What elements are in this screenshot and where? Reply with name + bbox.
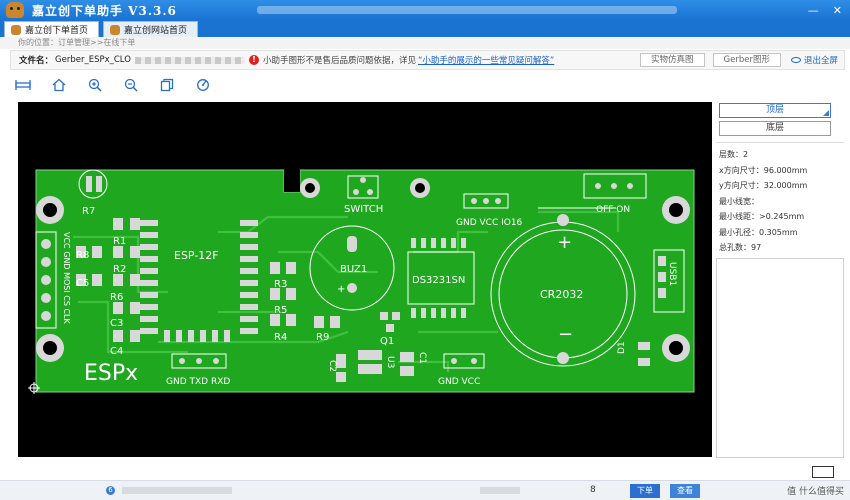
stat-layers: 层数：2 [719, 150, 749, 159]
blurred-order-info [122, 487, 232, 494]
label-r2: R2 [113, 264, 126, 275]
label-c1: C1 [417, 352, 427, 364]
copy-icon[interactable] [158, 76, 176, 94]
ruler-icon[interactable] [14, 76, 32, 94]
order-list-strip: 6 8 下单 查看 值 什么值得买 [0, 480, 850, 500]
app-title: 嘉立创下单助手 V3.3.6 [32, 3, 177, 18]
board-stats: 层数：2 x方向尺寸：96.000mm y方向尺寸：32.000mm 最小线宽：… [719, 149, 844, 258]
label-gnd-txd-rxd: GND TXD RXD [166, 377, 230, 387]
row-number: 6 [106, 486, 115, 495]
zoom-box[interactable] [812, 466, 834, 478]
eye-icon [790, 57, 801, 63]
warning-icon: ! [248, 55, 259, 65]
breadcrumb: 你的位置：订单管理>>在线下单 [0, 37, 850, 49]
tab-label: 嘉立创下单首页 [25, 26, 89, 36]
exit-fullscreen-label: 退出全屏 [803, 56, 838, 66]
label-usb1: USB1 [667, 262, 677, 286]
zoom-out-icon[interactable] [122, 76, 140, 94]
realistic-view-button[interactable]: 实物仿真图 [640, 53, 705, 67]
label-switch: SWITCH [344, 204, 383, 215]
stat-total-holes: 总孔数：97 [719, 243, 762, 252]
file-name: Gerber_ESPx_CLO [55, 55, 131, 65]
watermark-text: 值 什么值得买 [787, 487, 844, 497]
label-esp12f: ESP-12F [174, 249, 219, 262]
tab-bar: 嘉立创下单首页 嘉立创网站首页 [0, 20, 850, 37]
stat-y-size: y方向尺寸：32.000mm [719, 181, 808, 190]
label-r1: R1 [113, 236, 126, 247]
rotate-icon[interactable] [194, 76, 212, 94]
title-blurred-area [256, 6, 677, 14]
file-name-blurred [134, 56, 245, 64]
label-c2: C2 [327, 360, 337, 372]
view-button[interactable]: 查看 [670, 484, 700, 498]
blurred-order-info [480, 487, 520, 494]
label-ds3231: DS3231SN [412, 275, 465, 286]
label-off-on: OFF ON [596, 205, 630, 215]
board-cutout [284, 170, 300, 192]
label-q1: Q1 [380, 336, 394, 347]
pcb-viewer[interactable]: R7 VCC GND MOSI CS CLK R1 R8 R2 C5 R6 C3… [18, 102, 712, 457]
tab-logo-icon [110, 24, 121, 35]
tab-logo-icon [11, 24, 21, 35]
label-header: VCC GND MOSI CS CLK [62, 232, 71, 325]
label-gnd-vcc-io16: GND VCC IO16 [456, 218, 523, 228]
label-d1: D1 [617, 341, 627, 354]
order-button[interactable]: 下单 [630, 484, 660, 498]
tab-order-home[interactable]: 嘉立创下单首页 [4, 21, 100, 37]
minimize-button[interactable]: — [808, 4, 819, 17]
label-r7: R7 [82, 206, 95, 217]
label-gnd-vcc: GND VCC [438, 377, 480, 387]
stat-x-size: x方向尺寸：96.000mm [719, 165, 808, 175]
gerber-view-button[interactable]: Gerber图形 [712, 53, 781, 67]
tab-label: 嘉立创网站首页 [124, 26, 188, 36]
bottom-layer-button[interactable]: 底层 [719, 121, 831, 136]
label-c3: C3 [110, 318, 123, 329]
label-r5: R5 [274, 305, 287, 316]
file-info-bar: 文件名： Gerber_ESPx_CLO ! 小助手图形不是售后品质问题依据，详… [10, 50, 845, 70]
viewer-toolbar [14, 74, 334, 96]
stat-min-hole: 最小孔径：0.305mm [719, 227, 798, 237]
title-bar: 嘉立创下单助手 V3.3.6 — ✕ [0, 0, 850, 20]
label-buz1: BUZ1 [340, 264, 367, 275]
preview-box [716, 258, 844, 458]
stat-min-width: 最小线宽： [719, 196, 759, 206]
label-r8: R8 [76, 250, 89, 261]
tab-website-home[interactable]: 嘉立创网站首页 [103, 21, 199, 37]
home-icon[interactable] [50, 76, 68, 94]
label-r9: R9 [316, 332, 329, 343]
panel-divider [716, 142, 844, 143]
faq-link[interactable]: “小助手的展示的一些常见疑问解答” [418, 54, 554, 66]
label-buz-plus: + [337, 284, 345, 295]
stat-min-gap: 最小线距：>0.245mm [719, 212, 805, 221]
label-cr2032: CR2032 [540, 288, 583, 301]
label-r4: R4 [274, 332, 287, 343]
app-logo-icon [6, 2, 24, 18]
label-cr2032-plus: + [557, 232, 572, 253]
order-qty: 8 [590, 485, 596, 495]
close-button[interactable]: ✕ [833, 4, 842, 17]
file-label: 文件名： [19, 56, 54, 66]
pcb-board-svg: R7 VCC GND MOSI CS CLK R1 R8 R2 C5 R6 C3… [28, 169, 695, 394]
label-espx: ESPx [84, 361, 138, 386]
zoom-in-icon[interactable] [86, 76, 104, 94]
notice-text: 小助手图形不是售后品质问题依据，详见 [262, 56, 416, 66]
label-c5: C5 [76, 278, 89, 289]
label-c4: C4 [110, 346, 123, 357]
label-r3: R3 [274, 279, 287, 290]
label-r6: R6 [110, 292, 123, 303]
top-layer-button[interactable]: 顶层 [719, 103, 831, 118]
usb-pads [658, 256, 666, 298]
exit-fullscreen-button[interactable]: 退出全屏 [790, 54, 838, 66]
label-cr2032-minus: − [558, 324, 573, 345]
label-u3: U3 [385, 356, 395, 368]
